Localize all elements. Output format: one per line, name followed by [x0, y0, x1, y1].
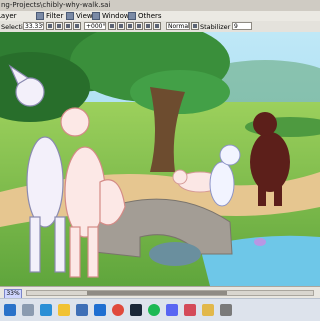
steam-icon[interactable]: [130, 304, 142, 316]
purple-flower: [254, 238, 266, 246]
menu-window-label: Window: [102, 12, 130, 20]
menu-filter-label: Filter: [46, 12, 64, 20]
filter-icon: [36, 12, 44, 20]
spotify-icon[interactable]: [148, 304, 160, 316]
menu-filter[interactable]: Filter: [36, 12, 63, 20]
artwork-illustration: [0, 32, 320, 286]
zoom-out-button[interactable]: [46, 22, 54, 30]
edge-icon[interactable]: [40, 304, 52, 316]
zoom-reset-button[interactable]: [64, 22, 72, 30]
title-bar: ng-Projects\chibly-why-walk.sai: [0, 0, 320, 11]
rotation-field[interactable]: +000°: [84, 22, 106, 30]
flip-button[interactable]: [135, 22, 143, 30]
app-icon[interactable]: [220, 304, 232, 316]
rotate-view-button[interactable]: [144, 22, 152, 30]
mail-icon[interactable]: [94, 304, 106, 316]
menu-others-label: Others: [138, 12, 162, 20]
menu-others[interactable]: Others: [128, 12, 162, 20]
chrome-icon[interactable]: [112, 304, 124, 316]
snap-button[interactable]: [153, 22, 161, 30]
blend-mode-dropdown-button[interactable]: [191, 22, 199, 30]
file-explorer-icon[interactable]: [58, 304, 70, 316]
window-icon: [92, 12, 100, 20]
menu-view-label: View: [76, 12, 93, 20]
store-icon[interactable]: [76, 304, 88, 316]
rotate-reset-button[interactable]: [126, 22, 134, 30]
window-title: ng-Projects\chibly-why-walk.sai: [1, 1, 111, 9]
taskbar: [0, 298, 320, 321]
drawing-canvas[interactable]: [0, 32, 320, 286]
horizontal-scrollbar[interactable]: [26, 290, 314, 296]
folder-icon[interactable]: [202, 304, 214, 316]
others-icon: [128, 12, 136, 20]
blend-mode-select[interactable]: Normal: [166, 22, 190, 30]
discord-icon[interactable]: [166, 304, 178, 316]
zoom-fit-button[interactable]: [73, 22, 81, 30]
stabilizer-label: Stabilizer: [200, 23, 231, 31]
menu-view[interactable]: View: [66, 12, 93, 20]
start-icon[interactable]: [4, 304, 16, 316]
zoom-in-button[interactable]: [55, 22, 63, 30]
paint-tool-sai-icon[interactable]: [184, 304, 196, 316]
menu-window[interactable]: Window: [92, 12, 130, 20]
rotate-left-button[interactable]: [108, 22, 116, 30]
view-icon: [66, 12, 74, 20]
rotate-right-button[interactable]: [117, 22, 125, 30]
menu-layer[interactable]: Layer: [0, 12, 17, 20]
zoom-field[interactable]: 33.33%: [23, 22, 44, 30]
search-icon[interactable]: [22, 304, 34, 316]
stabilizer-select[interactable]: 9: [232, 22, 252, 30]
menu-layer-label: Layer: [0, 12, 17, 20]
scrollbar-thumb[interactable]: [87, 291, 227, 295]
